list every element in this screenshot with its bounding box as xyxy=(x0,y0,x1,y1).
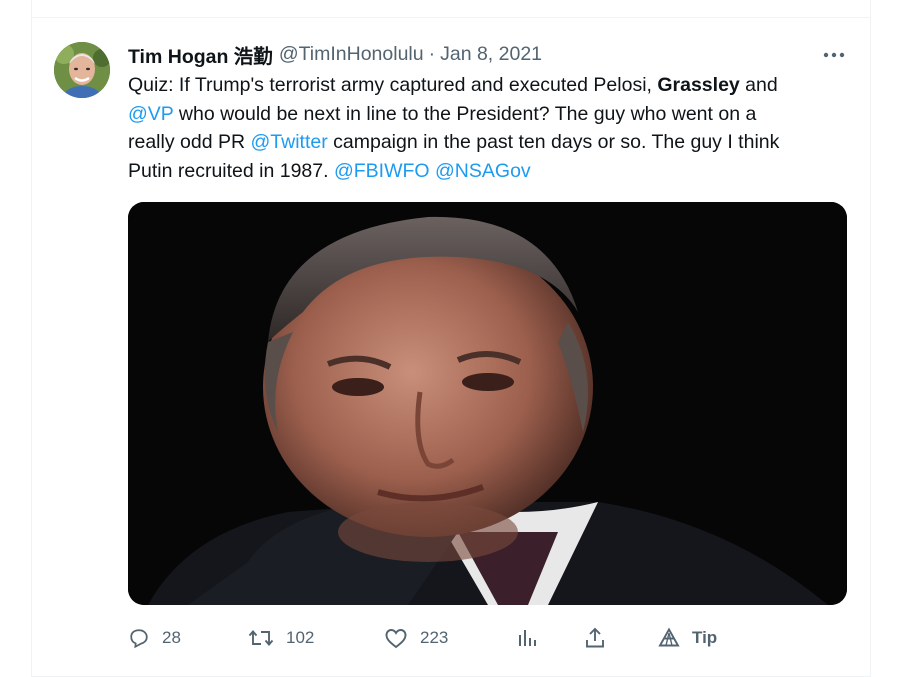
user-handle[interactable]: @TimInHonolulu xyxy=(279,43,424,66)
analytics-icon xyxy=(519,630,536,646)
timeline-border-right xyxy=(870,0,871,677)
tweet-text-segment: campaign in the past ten days or so. The… xyxy=(327,131,780,153)
bold-name: Grassley xyxy=(657,74,740,96)
tweet-text-segment: really odd PR xyxy=(128,131,251,153)
retweet-count: 102 xyxy=(286,628,315,647)
tip-button[interactable]: Tip xyxy=(658,622,717,654)
tweet-text: Quiz: If Trump's terrorist army captured… xyxy=(128,71,848,185)
tweet-media-photo[interactable] xyxy=(128,202,847,605)
tweet-text-segment: Putin recruited in 1987. xyxy=(128,159,334,182)
reply-button[interactable]: 28 xyxy=(128,622,181,654)
tweet-text-segment: and xyxy=(739,74,778,96)
mention-vp[interactable]: @VP xyxy=(128,103,173,125)
like-button[interactable]: 223 xyxy=(384,622,448,654)
like-count: 223 xyxy=(420,628,449,647)
share-icon xyxy=(586,627,604,648)
avatar[interactable] xyxy=(54,42,110,98)
tip-icon xyxy=(658,627,680,647)
mention-twitter[interactable]: @Twitter xyxy=(250,131,327,153)
tweet-date[interactable]: Jan 8, 2021 xyxy=(440,43,542,66)
mention-nsagov[interactable]: @NSAGov xyxy=(435,160,531,182)
tweet-divider-top xyxy=(31,17,871,18)
mention-fbiwfo[interactable]: @FBIWFO xyxy=(334,160,430,182)
reply-icon xyxy=(130,629,148,649)
timeline-border-left xyxy=(31,0,32,677)
photo-of-man-in-suit xyxy=(128,202,847,605)
retweet-button[interactable]: 102 xyxy=(248,622,314,654)
more-horizontal-icon xyxy=(823,52,845,58)
tip-label: Tip xyxy=(692,628,718,647)
display-name[interactable]: Tim Hogan 浩勤 xyxy=(128,40,273,69)
share-button[interactable] xyxy=(584,622,606,654)
retweet-icon xyxy=(248,630,274,646)
separator-dot: · xyxy=(428,42,436,65)
avatar-image xyxy=(54,42,110,98)
reply-count: 28 xyxy=(162,628,181,647)
views-button[interactable] xyxy=(516,622,538,654)
tweet-header: Tim Hogan 浩勤 @TimInHonolulu · Jan 8, 202… xyxy=(128,40,542,68)
tweet-text-segment: who would be next in line to the Preside… xyxy=(173,102,757,125)
more-button[interactable] xyxy=(818,44,850,66)
tweet-text-segment: Quiz: If Trump's terrorist army captured… xyxy=(128,74,658,96)
like-icon xyxy=(385,629,407,649)
